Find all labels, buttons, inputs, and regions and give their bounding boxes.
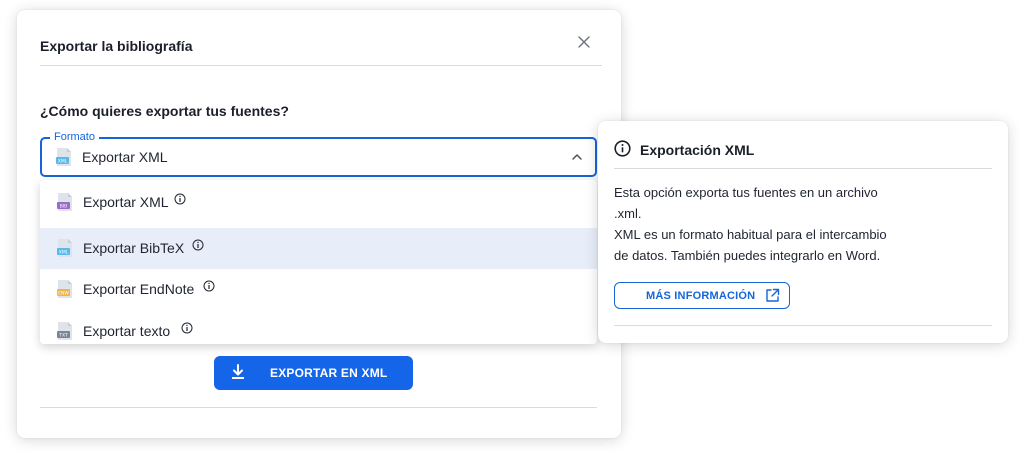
info-icon[interactable] [192,239,204,251]
dropdown-item-xml[interactable]: BIB Exportar XML [40,182,597,223]
format-select[interactable]: Formato XML Exportar XML [40,130,597,177]
file-tag: ENW [58,291,69,297]
dialog-title: Exportar la bibliografía [40,38,193,54]
close-icon [578,36,590,48]
header-divider [40,65,602,66]
panel-description: Esta opción exporta tus fuentes en un ar… [614,182,887,266]
format-question: ¿Cómo quieres exportar tus fuentes? [40,103,289,119]
dropdown-item-text[interactable]: TXT Exportar texto [40,311,597,352]
info-icon[interactable] [181,322,193,334]
bib-file-icon: BIB [57,193,72,211]
export-xml-button[interactable]: EXPORTAR EN XML [214,356,413,390]
dropdown-item-endnote[interactable]: ENW Exportar EndNote [40,269,597,310]
more-info-button[interactable]: MÁS INFORMACIÓN [614,282,790,309]
format-label: Formato [50,130,99,144]
panel-title: Exportación XML [640,142,755,158]
download-icon [232,364,244,379]
close-button[interactable] [574,32,594,52]
external-link-icon [766,288,780,302]
export-dialog: Exportar la bibliografía ¿Cómo quieres e… [17,10,621,438]
enw-file-icon: ENW [57,280,72,298]
info-icon [614,140,631,157]
xml-file-tag: XML [58,159,68,165]
info-icon[interactable] [203,280,215,292]
xml-file-icon: XML [56,148,71,166]
xml-file-icon: XML [57,239,72,257]
description-line: Esta opción exporta tus fuentes en un ar… [614,185,878,200]
txt-file-icon: TXT [57,322,72,340]
description-line: de datos. También puedes integrarlo en W… [614,248,881,263]
export-button-label: EXPORTAR EN XML [270,366,388,380]
description-line: .xml. [614,206,642,221]
panel-footer-divider [614,325,992,326]
xml-info-panel: Exportación XML Esta opción exporta tus … [598,121,1008,343]
more-info-label: MÁS INFORMACIÓN [646,290,756,302]
selected-format: Exportar XML [82,149,168,165]
file-tag: XML [59,250,69,256]
file-tag: TXT [58,333,68,339]
format-dropdown: BIB Exportar XML XML Exportar BibTeX ENW… [40,180,597,344]
dropdown-item-label: Exportar EndNote [83,281,195,297]
dropdown-item-label: Exportar XML [83,194,169,210]
info-icon[interactable] [174,193,186,205]
chevron-up-icon [572,154,582,160]
footer-divider [40,407,597,408]
description-line: XML es un formato habitual para el inter… [614,227,887,242]
dropdown-item-label: Exportar BibTeX [83,240,185,256]
panel-divider [614,168,992,169]
file-tag: BIB [60,204,68,210]
dropdown-item-bibtex[interactable]: XML Exportar BibTeX [40,228,597,269]
dropdown-item-label: Exportar texto [83,323,171,339]
